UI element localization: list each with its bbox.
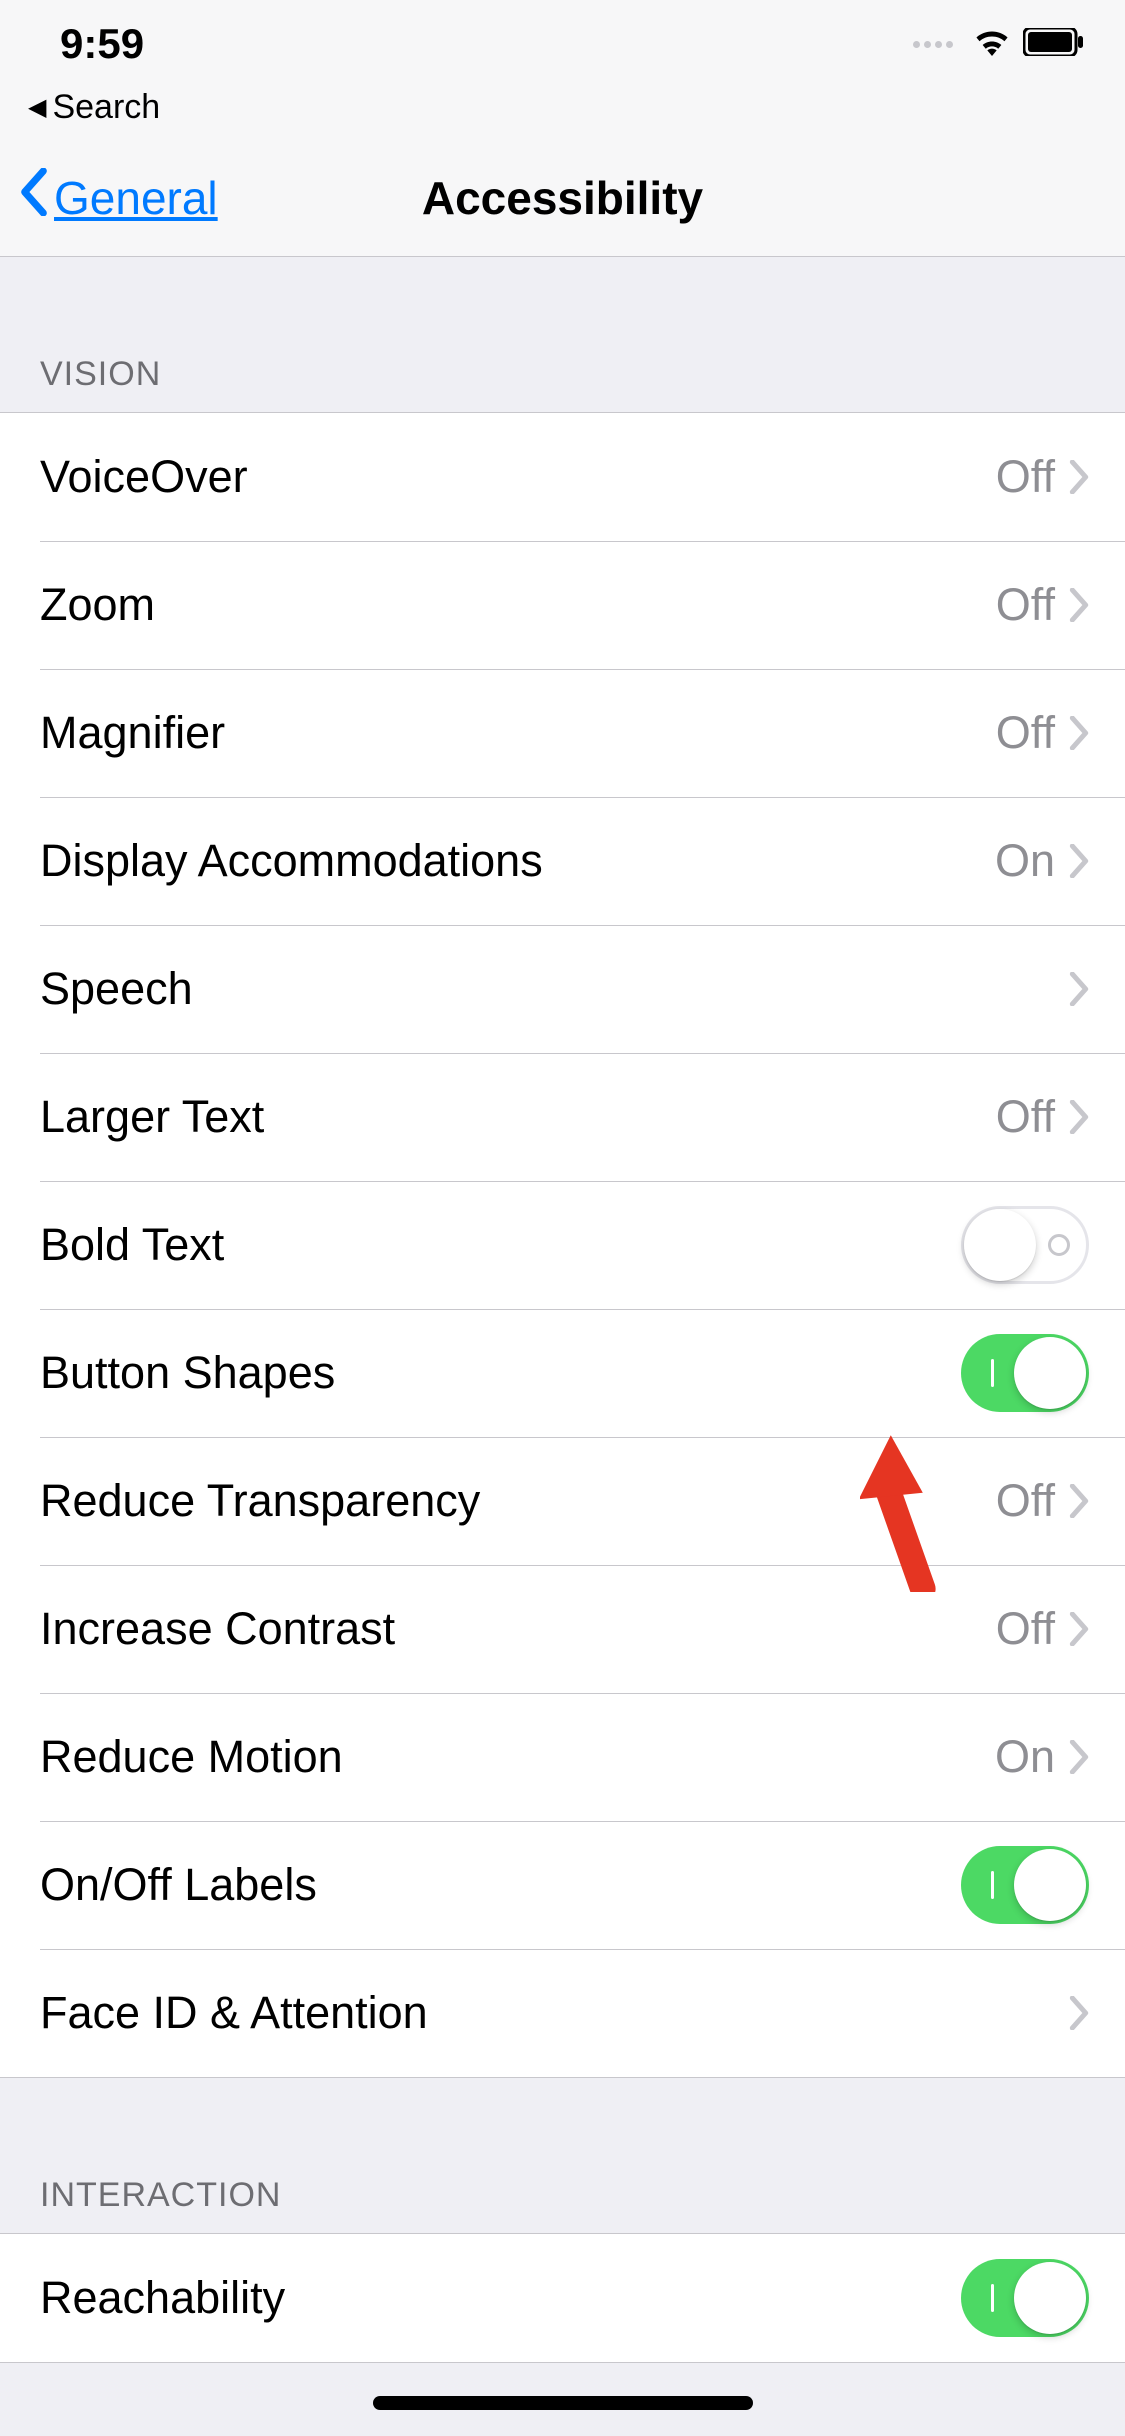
row-value: On <box>995 1731 1055 1783</box>
row-label: Magnifier <box>40 707 996 759</box>
row-value: On <box>995 835 1055 887</box>
chevron-left-icon <box>20 168 48 227</box>
status-time: 9:59 <box>60 20 144 68</box>
row-value: Off <box>996 1603 1055 1655</box>
row-label: Bold Text <box>40 1219 961 1271</box>
chevron-right-icon <box>1069 1996 1089 2030</box>
battery-icon <box>1023 28 1085 61</box>
row-value: Off <box>996 707 1055 759</box>
cell-signal-icon <box>913 41 953 48</box>
row-label: Face ID & Attention <box>40 1987 1069 2039</box>
chevron-right-icon <box>1069 1740 1089 1774</box>
row-label: Button Shapes <box>40 1347 961 1399</box>
chevron-right-icon <box>1069 460 1089 494</box>
breadcrumb-label: Search <box>52 88 160 127</box>
row-label: Reduce Transparency <box>40 1475 996 1527</box>
settings-row[interactable]: Display AccommodationsOn <box>0 797 1125 925</box>
nav-back-label: General <box>54 171 218 225</box>
row-label: On/Off Labels <box>40 1859 961 1911</box>
toggle-on[interactable] <box>961 2259 1089 2337</box>
nav-bar: General Accessibility <box>0 139 1125 257</box>
settings-row[interactable]: Larger TextOff <box>0 1053 1125 1181</box>
row-value: Off <box>996 579 1055 631</box>
nav-back-button[interactable]: General <box>20 168 218 227</box>
row-label: Reachability <box>40 2272 961 2324</box>
chevron-right-icon <box>1069 1100 1089 1134</box>
status-icons <box>913 28 1085 61</box>
row-label: Increase Contrast <box>40 1603 996 1655</box>
row-label: Display Accommodations <box>40 835 995 887</box>
row-label: Reduce Motion <box>40 1731 995 1783</box>
chevron-right-icon <box>1069 588 1089 622</box>
row-value: Off <box>996 1091 1055 1143</box>
settings-row[interactable]: Reduce MotionOn <box>0 1693 1125 1821</box>
settings-row[interactable]: ZoomOff <box>0 541 1125 669</box>
row-value: Off <box>996 451 1055 503</box>
status-bar: 9:59 <box>0 0 1125 88</box>
settings-row[interactable]: MagnifierOff <box>0 669 1125 797</box>
wifi-icon <box>973 28 1011 61</box>
nav-title: Accessibility <box>422 171 703 225</box>
home-indicator[interactable] <box>373 2396 753 2410</box>
row-value: Off <box>996 1475 1055 1527</box>
toggle-on[interactable] <box>961 1846 1089 1924</box>
list-interaction: Reachability <box>0 2233 1125 2363</box>
settings-row[interactable]: Reachability <box>0 2234 1125 2362</box>
row-label: Speech <box>40 963 1069 1015</box>
toggle-off[interactable] <box>961 1206 1089 1284</box>
row-label: Larger Text <box>40 1091 996 1143</box>
settings-row[interactable]: Button Shapes <box>0 1309 1125 1437</box>
back-triangle-icon: ◀ <box>28 93 46 122</box>
settings-row[interactable]: Reduce TransparencyOff <box>0 1437 1125 1565</box>
chevron-right-icon <box>1069 844 1089 878</box>
settings-row[interactable]: Face ID & Attention <box>0 1949 1125 2077</box>
section-header-interaction: Interaction <box>0 2078 1125 2233</box>
chevron-right-icon <box>1069 972 1089 1006</box>
row-label: Zoom <box>40 579 996 631</box>
settings-row[interactable]: Increase ContrastOff <box>0 1565 1125 1693</box>
section-header-vision: Vision <box>0 257 1125 412</box>
toggle-on[interactable] <box>961 1334 1089 1412</box>
list-vision: VoiceOverOffZoomOffMagnifierOffDisplay A… <box>0 412 1125 2078</box>
chevron-right-icon <box>1069 1612 1089 1646</box>
chevron-right-icon <box>1069 716 1089 750</box>
breadcrumb-back-to-search[interactable]: ◀ Search <box>0 88 1125 139</box>
settings-row[interactable]: Speech <box>0 925 1125 1053</box>
settings-row[interactable]: On/Off Labels <box>0 1821 1125 1949</box>
settings-row[interactable]: VoiceOverOff <box>0 413 1125 541</box>
chevron-right-icon <box>1069 1484 1089 1518</box>
row-label: VoiceOver <box>40 451 996 503</box>
settings-row[interactable]: Bold Text <box>0 1181 1125 1309</box>
